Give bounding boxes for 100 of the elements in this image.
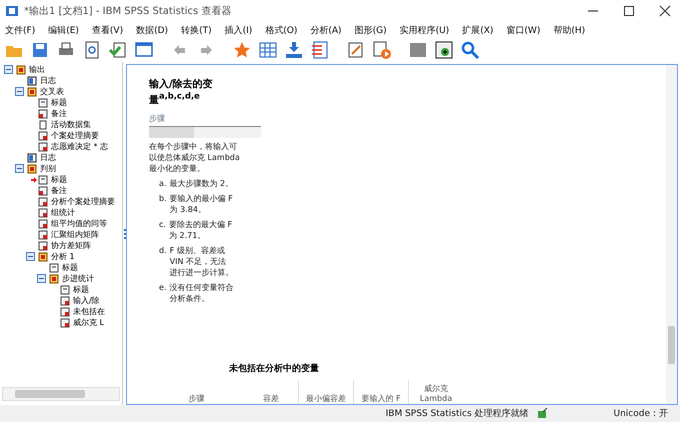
table-page-icon <box>38 142 48 152</box>
table-page-icon <box>38 230 48 240</box>
column-header: 步骤 <box>149 113 166 124</box>
tree-item[interactable]: 分析 1 <box>51 251 75 262</box>
notes-page-icon <box>38 186 48 196</box>
title-page-icon <box>38 174 48 184</box>
menu-item[interactable]: 实用程序(U) <box>400 24 450 36</box>
table-icon[interactable] <box>310 40 330 60</box>
tree-item[interactable]: 活动数据集 <box>51 119 91 130</box>
table-title: 输入/除去的变量$^{a,b,c,d,e}$ <box>149 79 214 108</box>
menu-item[interactable]: 窗口(W) <box>506 24 540 36</box>
tree-item[interactable]: 备注 <box>51 185 67 196</box>
table-title: 未包括在分析中的变量 <box>229 362 320 375</box>
tree-item[interactable]: 步进统计 <box>62 273 94 284</box>
tree-item[interactable]: 个案处理摘要 <box>51 130 99 141</box>
menu-item[interactable]: 分析(A) <box>310 24 342 36</box>
save-icon[interactable] <box>30 40 50 60</box>
horizontal-scrollbar[interactable] <box>2 387 120 401</box>
menu-item[interactable]: 数据(D) <box>136 24 168 36</box>
processor-status-icon <box>536 408 548 419</box>
text-page-icon <box>38 120 48 130</box>
tree-item[interactable]: 备注 <box>51 108 67 119</box>
blank-panel-icon[interactable] <box>408 40 428 60</box>
tree-item[interactable]: 未包括在 <box>73 306 105 317</box>
column-header: 容差 <box>262 393 280 404</box>
grid-icon[interactable] <box>258 40 278 60</box>
menu-item[interactable]: 转换(T) <box>181 24 212 36</box>
menu-item[interactable]: 文件(F) <box>5 24 36 36</box>
tree-item[interactable]: 输入/除 <box>73 295 100 306</box>
status-message: IBM SPSS Statistics 处理程序就绪 <box>386 408 528 420</box>
window-icon[interactable] <box>134 40 154 60</box>
footnote-text: 最大步骤数为 2。 <box>169 178 234 190</box>
tree-item[interactable]: 威尔克 L <box>73 317 104 328</box>
table-page-icon <box>38 196 48 206</box>
export-icon[interactable] <box>108 40 128 60</box>
log-book-icon <box>27 152 37 162</box>
menu-item[interactable]: 帮助(H) <box>553 24 586 36</box>
output-folder-icon <box>27 86 37 96</box>
menu-item[interactable]: 插入(I) <box>224 24 252 36</box>
tree-item[interactable]: 输出 <box>29 64 45 75</box>
output-folder-icon <box>49 274 59 284</box>
tree-item[interactable]: 交叉表 <box>40 86 64 97</box>
tree-item[interactable]: 协方差矩阵 <box>51 240 91 251</box>
unicode-status: Unicode：开 <box>614 408 668 420</box>
search-icon[interactable] <box>460 40 480 60</box>
collapse-toggle-icon[interactable] <box>26 252 35 261</box>
tree-item[interactable]: 标题 <box>62 262 78 273</box>
menu-item[interactable]: 扩展(X) <box>462 24 494 36</box>
column-header: 威尔克 Lambda <box>408 380 463 404</box>
output-folder-icon <box>27 164 37 174</box>
tree-item[interactable]: 分析个案处理摘要 <box>51 196 115 207</box>
vertical-scrollbar[interactable] <box>666 65 677 404</box>
tree-item[interactable]: 汇聚组内矩阵 <box>51 229 99 240</box>
notes-page-icon <box>38 108 48 118</box>
tree-item[interactable]: 标题 <box>51 97 67 108</box>
footnote-text: 没有任何变量符合分析条件。 <box>169 282 234 304</box>
footnote-text: 要输入的最小偏 F 为 3.84。 <box>170 193 234 216</box>
log-book-icon <box>27 76 37 86</box>
table-page-icon <box>38 240 48 250</box>
tree-item[interactable]: 组平均值的同等 <box>51 218 107 229</box>
play-page-icon[interactable] <box>372 40 392 60</box>
footnote-mark: d. <box>159 245 167 258</box>
title-page-icon <box>38 98 48 108</box>
menu-item[interactable]: 查看(V) <box>92 24 124 36</box>
menu-item[interactable]: 编辑(E) <box>48 24 79 36</box>
tree-item[interactable]: 标题 <box>73 284 89 295</box>
title-page-icon <box>60 284 70 294</box>
collapse-toggle-icon[interactable] <box>4 65 13 74</box>
tree-item[interactable]: 标题 <box>51 174 67 185</box>
footnote-mark: b. <box>159 193 167 206</box>
tree-item[interactable]: 判别 <box>40 163 56 174</box>
output-folder-icon <box>16 64 26 74</box>
table-page-icon <box>60 318 70 328</box>
down-arrow-icon[interactable] <box>284 40 304 60</box>
column-header: 最小偏容差 <box>298 380 353 404</box>
footnote-mark: a. <box>159 178 166 190</box>
star-icon[interactable] <box>232 40 252 60</box>
collapse-toggle-icon[interactable] <box>15 164 24 173</box>
footnote-text: F 级别、容差或 VIN 不足，无法进行进一步计算。 <box>170 245 234 278</box>
title-page-icon <box>49 262 59 272</box>
column-header: 要输入的 F <box>353 380 408 404</box>
tree-item[interactable]: 组统计 <box>51 207 75 218</box>
menu-item[interactable]: 格式(O) <box>265 24 298 36</box>
tree-item[interactable]: 日志 <box>40 75 56 86</box>
collapse-toggle-icon[interactable] <box>37 274 46 283</box>
table-page-icon <box>38 218 48 228</box>
menu-item[interactable]: 图形(G) <box>354 24 387 36</box>
window-title: *输出1 [文档1] - IBM SPSS Statistics 查看器 <box>24 4 232 18</box>
app-icon <box>6 5 18 17</box>
collapse-toggle-icon[interactable] <box>15 87 24 96</box>
footnote-text: 要除去的最大偏 F 为 2.71。 <box>168 219 233 242</box>
table-page-icon <box>60 306 70 316</box>
table-page-icon <box>60 296 70 306</box>
splitter-handle-icon[interactable] <box>124 228 126 238</box>
table-note: 在每个步骤中，将输入可以使总体威尔克 Lambda 最小化的变量。 <box>149 141 241 174</box>
add-icon[interactable] <box>434 40 454 60</box>
table-page-icon <box>38 130 48 140</box>
column-header: 步骤 <box>188 393 206 404</box>
tree-item[interactable]: 志愿难决定 * 志 <box>51 141 108 152</box>
tree-item[interactable]: 日志 <box>40 152 56 163</box>
